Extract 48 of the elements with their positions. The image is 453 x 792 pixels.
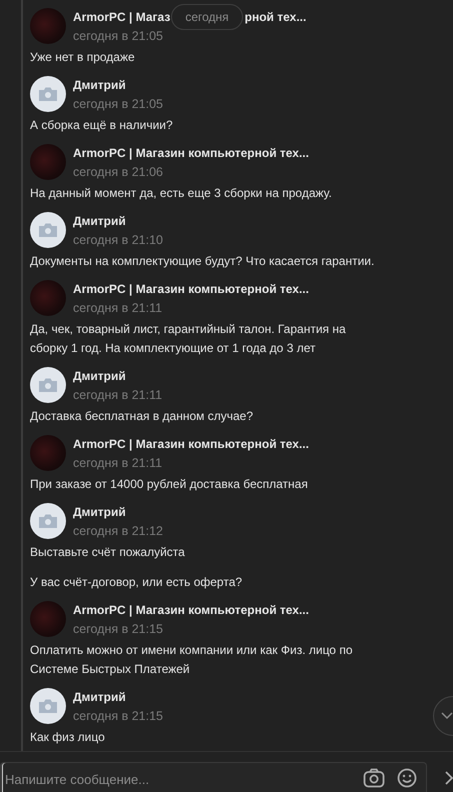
camera-icon xyxy=(39,514,57,528)
author-name[interactable]: ArmorPC | Магазин компьютерной тех... xyxy=(73,436,309,450)
author-name[interactable]: ArmorPC | Магазин компьютерной тех... xyxy=(73,282,309,296)
author-name[interactable]: Дмитрий xyxy=(73,214,126,228)
emoji-icon[interactable] xyxy=(397,768,417,788)
message-text: Как физ лицо xyxy=(30,729,106,746)
camera-icon[interactable] xyxy=(363,768,385,788)
message-text: У вас счёт-договор, или есть оферта? xyxy=(30,574,244,591)
message-time[interactable]: сегодня в 21:12 xyxy=(73,524,163,538)
message-text: Выставьте счёт пожалуйста xyxy=(30,544,186,561)
message-text: На данный момент да, есть еще 3 сборки на продажу. xyxy=(30,185,333,202)
message-text: Да, чек, товарный лист, гарантийный талон. Гарантия на сборку 1 год. На комплектующие от 1 года до 3 лет xyxy=(30,321,347,357)
avatar-placeholder[interactable] xyxy=(30,76,66,112)
author-name[interactable]: Дмитрий xyxy=(73,690,126,704)
camera-icon xyxy=(39,378,57,392)
camera-icon xyxy=(39,87,57,101)
author-name[interactable]: Дмитрий xyxy=(73,368,126,382)
message-time[interactable]: сегодня в 21:05 xyxy=(73,28,306,42)
author-name[interactable]: Дмитрий xyxy=(73,504,126,518)
avatar-placeholder[interactable] xyxy=(30,367,66,403)
avatar-placeholder[interactable] xyxy=(30,503,66,539)
message-text: Документы на комплектующие будут? Что касается гарантии. xyxy=(30,253,375,270)
chevron-down-icon[interactable] xyxy=(440,711,453,721)
message-text: При заказе от 14000 рублей доставка бесплатная xyxy=(30,476,309,493)
message-time[interactable]: сегодня в 21:10 xyxy=(73,232,163,246)
avatar-placeholder[interactable] xyxy=(30,212,66,248)
message-time[interactable]: сегодня в 21:11 xyxy=(73,456,309,470)
message-time[interactable]: сегодня в 21:15 xyxy=(73,622,309,636)
camera-icon xyxy=(39,223,57,237)
message-time[interactable]: сегодня в 21:11 xyxy=(73,300,309,314)
author-name[interactable]: рной тех... xyxy=(244,10,306,24)
author-name[interactable]: ArmorPC | Магазин компьютерной тех... xyxy=(73,602,309,616)
message-text: Оплатить можно от имени компании или как Физ. лицо по Системе Быстрых Платежей xyxy=(30,642,354,678)
message-time[interactable]: сегодня в 21:05 xyxy=(73,96,163,110)
message-text: А сборка ещё в наличии? xyxy=(30,117,174,134)
message-input-field[interactable]: Напишите сообщение... xyxy=(0,762,427,792)
send-icon[interactable] xyxy=(445,770,453,786)
author-name[interactable]: ArmorPC | Магазин компьютерной тех... xyxy=(73,146,309,160)
author-name[interactable]: Дмитрий xyxy=(73,78,126,92)
message-time[interactable]: сегодня в 21:15 xyxy=(73,708,163,722)
message-text: Доставка бесплатная в данном случае? xyxy=(30,408,254,425)
date-pill: сегодня xyxy=(171,4,243,30)
camera-icon xyxy=(39,699,57,713)
message-time[interactable]: сегодня в 21:11 xyxy=(73,388,162,402)
avatar-placeholder[interactable] xyxy=(30,688,66,724)
author-name[interactable]: ArmorPC | Магаз xyxy=(73,10,170,24)
message-text: Уже нет в продаже xyxy=(30,49,136,66)
message-time[interactable]: сегодня в 21:06 xyxy=(73,164,309,178)
